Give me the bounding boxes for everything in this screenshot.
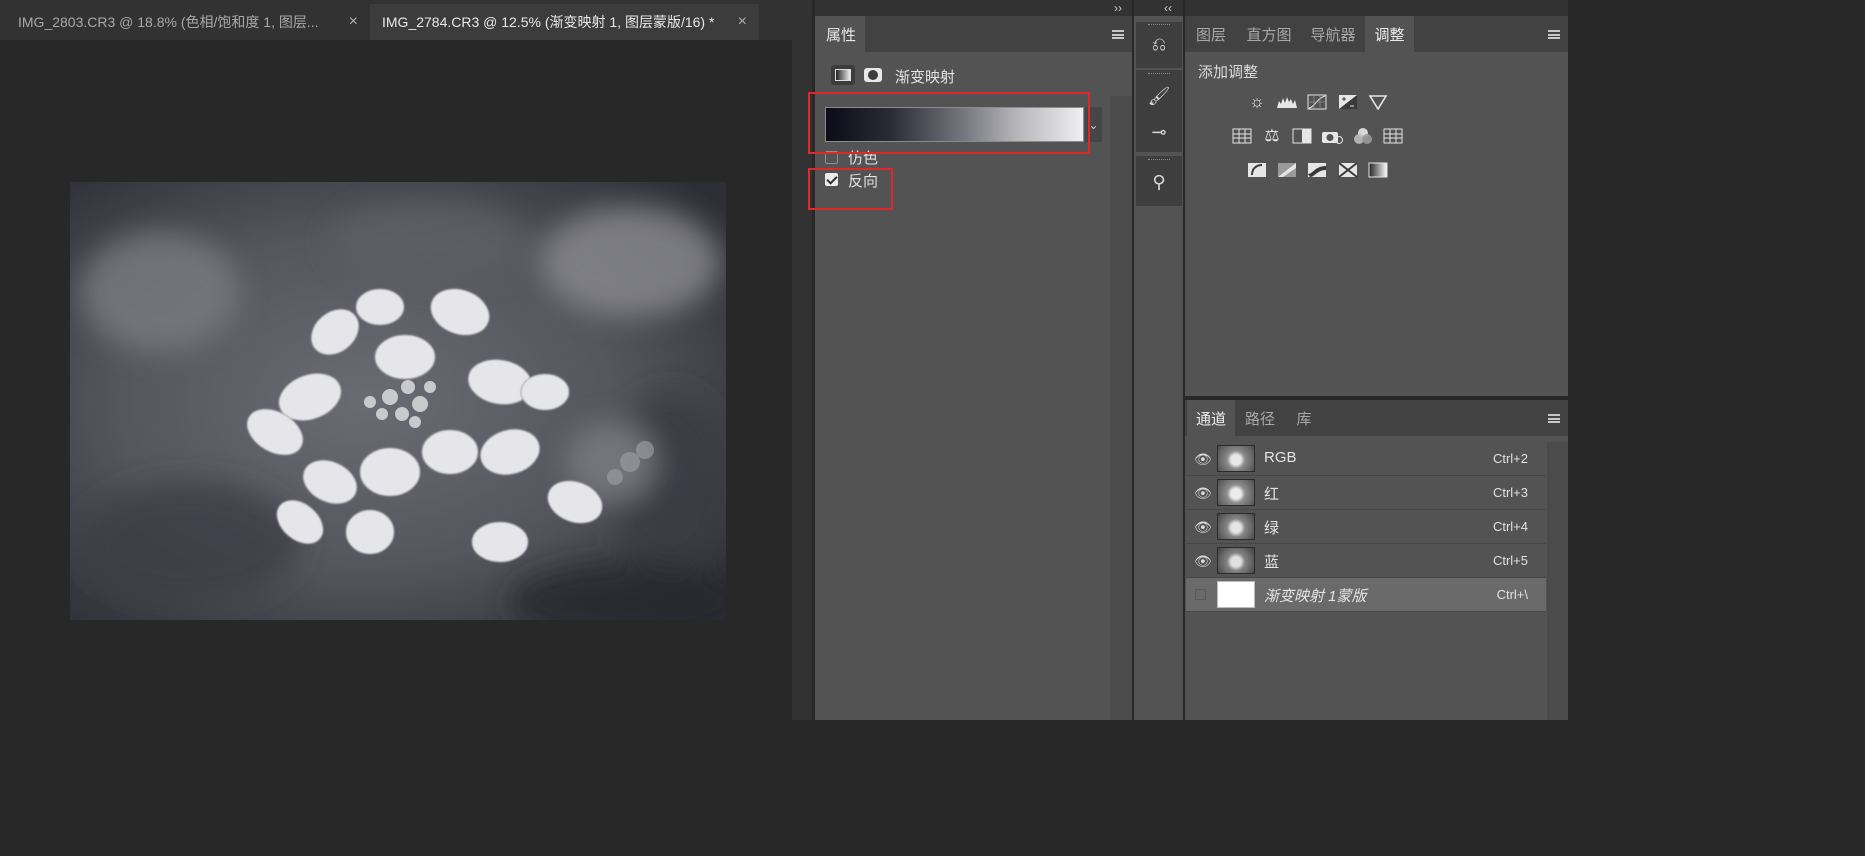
channel-name: 蓝 [1264,554,1280,571]
properties-scrollbar[interactable] [1110,96,1132,720]
channel-shortcut: Ctrl+4 [1492,519,1528,534]
tab-properties[interactable]: 属性 [815,16,865,52]
selective-color-icon[interactable] [1336,160,1360,180]
channel-thumbnail [1217,479,1255,506]
eye-icon[interactable]: 👁 [1194,553,1212,570]
grip-icon[interactable] [1148,159,1170,162]
clone-source-icon[interactable]: ⚲ [1144,172,1174,193]
tab-adjustments[interactable]: 调整 [1365,16,1414,52]
channel-name: 渐变映射 1蒙版 [1264,588,1367,605]
tool-column-collapse-bar [1134,0,1183,16]
panel-menu-icon[interactable] [1548,30,1560,39]
channel-mixer-icon[interactable] [1351,126,1375,146]
panel-menu-icon[interactable] [1548,414,1560,423]
tab-paths[interactable]: 路径 [1236,400,1284,436]
eye-icon[interactable]: 👁 [1194,451,1212,468]
collapse-panels-icon[interactable]: ›› [1114,1,1122,15]
exposure-icon[interactable] [1336,92,1360,112]
vibrance-icon[interactable] [1366,92,1390,112]
channel-row-red[interactable]: 👁 红 Ctrl+3 [1186,476,1546,510]
channel-thumbnail [1217,547,1255,574]
right-panel-dock [1185,16,1568,720]
threshold-icon[interactable] [1305,160,1329,180]
channel-thumbnail [1217,445,1255,472]
channel-name: 绿 [1264,520,1280,537]
color-balance-icon[interactable]: ⚖ [1260,126,1284,146]
highlight-box-reverse [808,168,893,210]
right-panel-collapse-bar [1185,0,1568,16]
highlight-box-gradient [808,92,1090,154]
eye-icon[interactable]: 👁 [1194,485,1212,502]
document-tab-img-2784[interactable]: IMG_2784.CR3 @ 12.5% (渐变映射 1, 图层蒙版/16) *… [370,4,759,40]
history-icon[interactable]: ⎌ [1144,34,1174,55]
curves-icon[interactable] [1305,92,1329,112]
channels-scrollbar[interactable] [1547,442,1568,720]
panel-menu-icon[interactable] [1112,30,1124,39]
channel-row-gradient-map-mask[interactable]: 渐变映射 1蒙版 Ctrl+\ [1186,578,1546,612]
expand-panels-icon[interactable]: ‹‹ [1164,1,1172,15]
channel-name: RGB [1264,449,1297,466]
tool-presets-icon[interactable]: ⊸ [1144,122,1174,143]
tab-histogram[interactable]: 直方图 [1237,16,1301,52]
grip-icon[interactable] [1148,24,1170,27]
channel-name: 红 [1264,486,1280,503]
tab-channels[interactable]: 通道 [1187,400,1235,436]
grip-icon[interactable] [1148,73,1170,76]
tab-navigator[interactable]: 导航器 [1302,16,1364,52]
document-photo [70,182,726,620]
tab-libraries[interactable]: 库 [1285,400,1323,436]
channel-row-blue[interactable]: 👁 蓝 Ctrl+5 [1186,544,1546,578]
photo-filter-icon[interactable] [1320,126,1344,146]
brightness-contrast-icon[interactable]: ☼ [1245,92,1269,112]
channel-row-green[interactable]: 👁 绿 Ctrl+4 [1186,510,1546,544]
document-tab-img-2803[interactable]: IMG_2803.CR3 @ 18.8% (色相/饱和度 1, 图层... × [0,4,370,40]
eye-icon[interactable]: 👁 [1194,519,1212,536]
color-lookup-icon[interactable] [1381,126,1405,146]
black-white-icon[interactable] [1290,126,1314,146]
channel-thumbnail [1217,581,1255,608]
close-icon[interactable]: × [738,13,747,31]
gradient-map-icon[interactable] [831,65,855,85]
adjustment-title: 渐变映射 [895,69,956,86]
add-adjustment-heading: 添加调整 [1198,64,1259,81]
properties-panel-collapse-bar [815,0,1132,16]
gradient-map-icon[interactable] [1366,160,1390,180]
document-tab-bar: IMG_2803.CR3 @ 18.8% (色相/饱和度 1, 图层... × … [0,0,812,40]
brush-settings-icon[interactable]: 🖌 [1144,86,1174,107]
channel-shortcut: Ctrl+5 [1492,553,1528,568]
layer-mask-icon[interactable] [862,65,884,85]
channel-shortcut: Ctrl+\ [1496,587,1528,602]
levels-icon[interactable] [1275,92,1299,112]
channel-shortcut: Ctrl+2 [1492,451,1528,466]
tab-layers[interactable]: 图层 [1187,16,1235,52]
channel-row-rgb[interactable]: 👁 RGB Ctrl+2 [1186,442,1546,476]
channel-shortcut: Ctrl+3 [1492,485,1528,500]
hue-saturation-icon[interactable] [1230,126,1254,146]
close-icon[interactable]: × [349,13,358,31]
document-tab-title: IMG_2784.CR3 @ 12.5% (渐变映射 1, 图层蒙版/16) * [382,14,715,30]
posterize-icon[interactable] [1275,160,1299,180]
invert-icon[interactable] [1245,160,1269,180]
visibility-toggle-off[interactable] [1195,589,1206,600]
document-tab-title: IMG_2803.CR3 @ 18.8% (色相/饱和度 1, 图层... [18,14,319,30]
channel-thumbnail [1217,513,1255,540]
